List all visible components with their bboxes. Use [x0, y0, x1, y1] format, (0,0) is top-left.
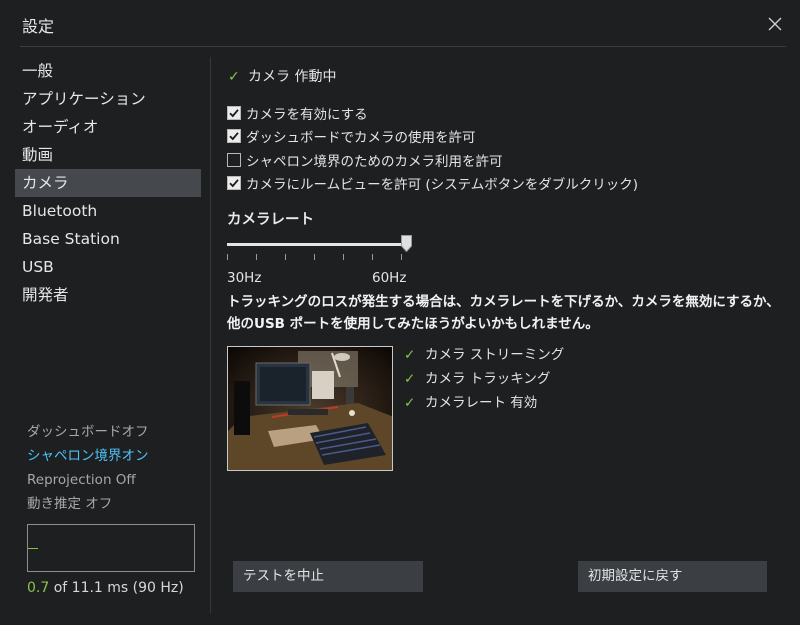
check-icon: ✓	[404, 395, 416, 411]
room-view-checkbox[interactable]: カメラにルームビューを許可 (システムボタンをダブルクリック)	[227, 172, 638, 196]
stop-test-button[interactable]: テストを中止	[233, 561, 423, 592]
check-icon: ✓	[404, 371, 416, 387]
check-icon: ✓	[404, 347, 416, 363]
reset-defaults-button[interactable]: 初期設定に戻す	[578, 561, 767, 592]
slider-max-label: 60Hz	[372, 270, 407, 286]
check-tracking: ✓ カメラ トラッキング	[404, 367, 564, 391]
option-label: カメラにルームビューを許可 (システムボタンをダブルクリック)	[246, 177, 639, 194]
check-label: カメラレート 有効	[425, 395, 538, 411]
tracking-warning: トラッキングのロスが発生する場合は、カメラレートを下げるか、カメラを無効にするか…	[227, 294, 780, 332]
slider-ticks	[227, 254, 407, 260]
camera-check-list: ✓ カメラ ストリーミング ✓ カメラ トラッキング ✓ カメラレート 有効	[404, 343, 564, 415]
option-label: カメラを有効にする	[246, 106, 368, 123]
checkbox-icon[interactable]	[227, 152, 241, 167]
checkbox-icon[interactable]	[227, 176, 241, 191]
checkbox-icon[interactable]	[227, 105, 241, 120]
sidebar-item-usb[interactable]: USB	[15, 253, 201, 281]
chaperone-camera-checkbox[interactable]: シャペロン境界のためのカメラ利用を許可	[227, 148, 638, 172]
title-bar: 設定	[0, 0, 800, 46]
slider-tick	[285, 254, 286, 260]
frame-timing-text: 0.7 of 11.1 ms (90 Hz)	[27, 580, 184, 596]
sidebar-nav: 一般 アプリケーション オーディオ 動画 カメラ Bluetooth Base …	[15, 57, 201, 309]
camera-status-label: カメラ 作動中	[248, 69, 337, 85]
slider-tick	[343, 254, 344, 260]
reprojection-status: Reprojection Off	[27, 472, 136, 488]
slider-tick	[227, 254, 228, 260]
sidebar-item-base-station[interactable]: Base Station	[15, 225, 201, 253]
sidebar-item-bluetooth[interactable]: Bluetooth	[15, 197, 201, 225]
sidebar-item-audio[interactable]: オーディオ	[15, 113, 201, 141]
sidebar-item-general[interactable]: 一般	[15, 57, 201, 85]
camera-preview	[227, 346, 393, 471]
frame-timing-suffix: of 11.1 ms (90 Hz)	[49, 580, 184, 596]
dashboard-camera-checkbox[interactable]: ダッシュボードでカメラの使用を許可	[227, 125, 638, 149]
sidebar-divider	[210, 57, 211, 613]
option-label: シャペロン境界のためのカメラ利用を許可	[246, 153, 503, 170]
sidebar-item-developer[interactable]: 開発者	[15, 281, 201, 309]
sidebar-item-video[interactable]: 動画	[15, 141, 201, 169]
chaperone-status: シャペロン境界オン	[27, 448, 149, 464]
slider-tick	[314, 254, 315, 260]
slider-tick	[372, 254, 373, 260]
slider-thumb[interactable]	[401, 235, 412, 253]
slider-min-label: 30Hz	[227, 270, 262, 286]
check-rate: ✓ カメラレート 有効	[404, 391, 564, 415]
camera-rate-slider[interactable]	[227, 234, 412, 264]
checkbox-icon[interactable]	[227, 129, 241, 144]
check-icon: ✓	[228, 69, 240, 85]
close-icon[interactable]	[765, 14, 785, 34]
camera-preview-image	[228, 347, 392, 470]
slider-track	[227, 243, 407, 246]
check-label: カメラ トラッキング	[425, 371, 551, 387]
frame-timing-value: 0.7	[27, 580, 50, 596]
sidebar-item-camera[interactable]: カメラ	[15, 169, 201, 197]
status-list: ダッシュボードオフ シャペロン境界オン Reprojection Off 動き推…	[27, 420, 149, 516]
check-label: カメラ ストリーミング	[425, 347, 565, 363]
motion-smoothing-status: 動き推定 オフ	[27, 496, 113, 512]
check-streaming: ✓ カメラ ストリーミング	[404, 343, 564, 367]
title-divider	[20, 46, 786, 47]
enable-camera-checkbox[interactable]: カメラを有効にする	[227, 101, 638, 125]
camera-status: ✓ カメラ 作動中	[228, 66, 336, 86]
camera-options: カメラを有効にする ダッシュボードでカメラの使用を許可 シャペロン境界のためのカ…	[227, 101, 638, 195]
camera-rate-title: カメラレート	[227, 212, 314, 228]
frame-timing-bar	[28, 548, 39, 571]
sidebar-item-applications[interactable]: アプリケーション	[15, 85, 201, 113]
slider-tick	[401, 254, 402, 260]
window-title: 設定	[22, 17, 55, 36]
slider-tick	[256, 254, 257, 260]
frame-timing-graph	[27, 524, 195, 572]
option-label: ダッシュボードでカメラの使用を許可	[246, 130, 476, 147]
dashboard-status: ダッシュボードオフ	[27, 424, 149, 440]
